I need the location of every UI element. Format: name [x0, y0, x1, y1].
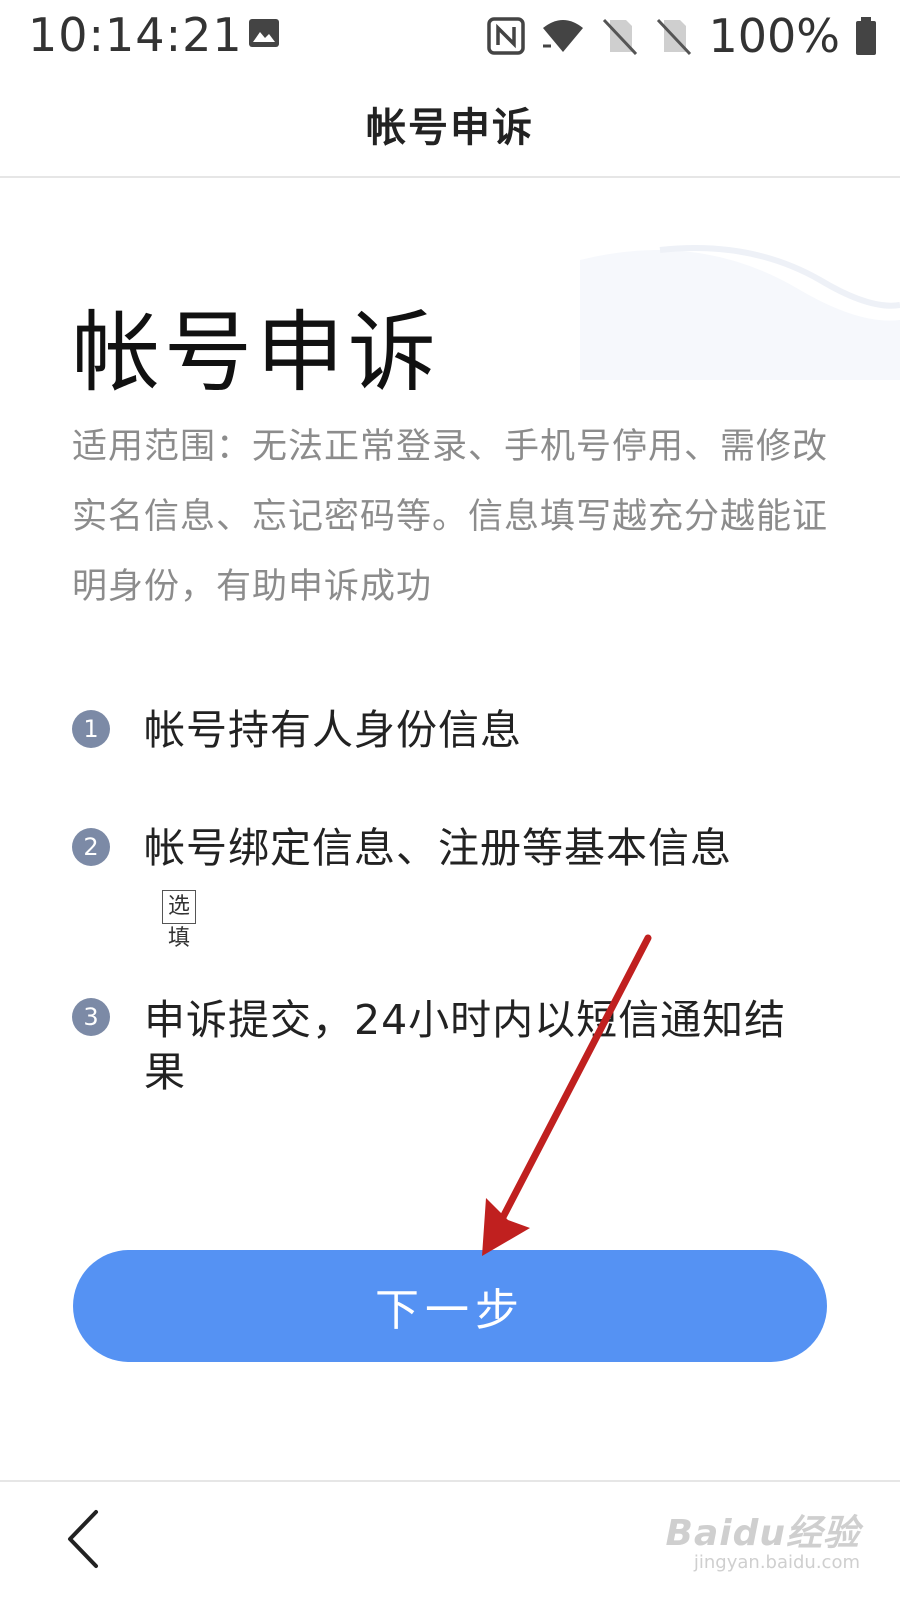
wifi-icon [543, 20, 584, 52]
step-1-badge: 1 [72, 710, 110, 748]
scope-description: 适用范围：无法正常登录、手机号停用、需修改实名信息、忘记密码等。信息填写越充分越… [72, 427, 829, 607]
watermark-logo: Baidu经验 [665, 1513, 860, 1554]
image-icon [249, 19, 279, 47]
bottom-bar: Baidu经验 jingyan.baidu.com [0, 1480, 900, 1600]
battery-percent: 100% [708, 9, 840, 63]
step-3-badge: 3 [72, 998, 110, 1036]
back-arrow-icon[interactable] [58, 1504, 118, 1574]
background-decoration [580, 245, 900, 380]
status-time: 10:14:21 [28, 8, 243, 62]
step-2-text: 帐号绑定信息、注册等基本信息 [144, 824, 732, 872]
step-1-text: 帐号持有人身份信息 [144, 706, 522, 754]
no-sim-icon [603, 18, 638, 56]
nfc-icon [487, 17, 526, 55]
next-step-label: 下一步 [375, 1285, 525, 1336]
optional-tag: 选填 [162, 890, 197, 951]
watermark-url: jingyan.baidu.com [693, 1552, 860, 1573]
status-bar: 10:14:21 100% [0, 0, 900, 72]
step-2-badge: 2 [72, 828, 110, 866]
app-header: 帐号申诉 [0, 72, 900, 178]
header-title: 帐号申诉 [366, 105, 534, 151]
status-icons: 100% [486, 8, 878, 64]
step-3-text: 申诉提交，24小时内以短信通知结果 [144, 996, 787, 1096]
watermark: Baidu经验 jingyan.baidu.com [666, 1504, 860, 1584]
appeal-page: 10:14:21 100% 帐号申诉 帐号申诉 适用范围：无法正常登录、手机号停… [0, 0, 900, 1600]
battery-icon [856, 17, 876, 55]
no-sim-icon [657, 18, 692, 56]
next-step-button[interactable]: 下一步 [73, 1250, 827, 1362]
page-title: 帐号申诉 [72, 301, 441, 404]
